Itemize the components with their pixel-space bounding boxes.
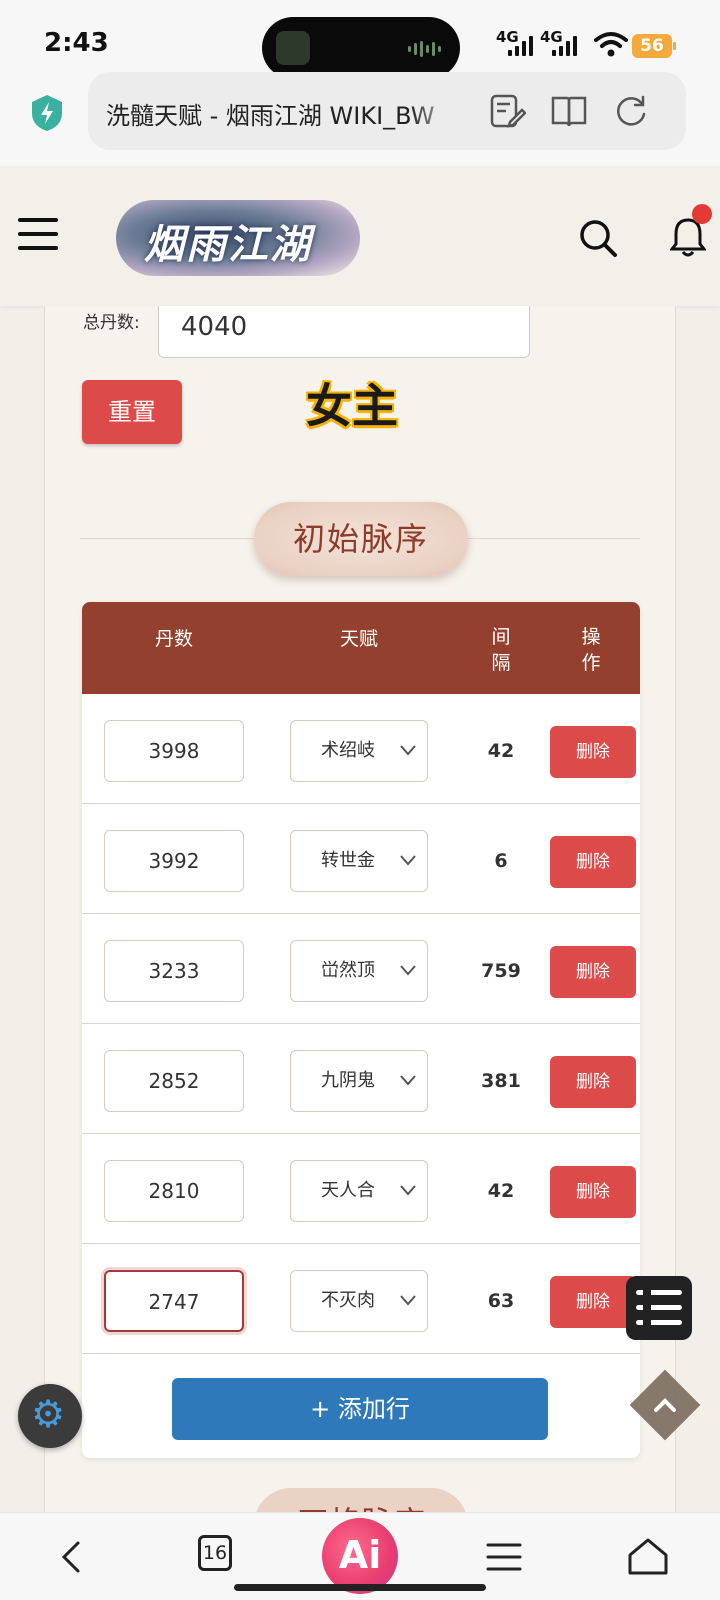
header-action: 操作 [581, 626, 601, 674]
wifi-icon [594, 32, 628, 57]
ai-assistant-button[interactable]: Ai [322, 1518, 398, 1594]
talent-table: 丹数 天赋 间隔 操作 3998 术绍岐 42 删除 3992 转世金 6 删除… [82, 602, 640, 1458]
status-bar: 2:43 4G 4G 56 [0, 0, 720, 80]
chevron-down-icon [400, 855, 416, 866]
media-thumbnail [276, 31, 310, 65]
chevron-down-icon [400, 1075, 416, 1086]
dan-input[interactable]: 3233 [104, 940, 244, 1002]
add-row-button[interactable]: + 添加行 [172, 1378, 548, 1440]
settings-button[interactable]: ⚙ [18, 1384, 82, 1448]
talent-select[interactable]: 天人合 [290, 1160, 428, 1222]
delete-button[interactable]: 删除 [550, 836, 636, 888]
talent-select[interactable]: 峃然顶 [290, 940, 428, 1002]
search-icon[interactable] [578, 218, 618, 258]
interval-value: 63 [487, 1290, 515, 1312]
edit-note-icon[interactable] [488, 92, 526, 130]
logo-text: 烟雨江湖 [144, 221, 312, 268]
interval-value: 42 [487, 1180, 515, 1202]
chevron-down-icon [400, 1295, 416, 1306]
interval-value: 759 [481, 960, 521, 982]
table-row: 3998 术绍岐 42 删除 [82, 694, 640, 804]
delete-button[interactable]: 删除 [550, 1276, 636, 1328]
reader-book-icon[interactable] [550, 92, 588, 130]
list-menu-icon[interactable] [626, 1276, 692, 1340]
dan-input[interactable]: 3992 [104, 830, 244, 892]
status-time: 2:43 [44, 28, 109, 58]
notification-badge [692, 204, 712, 224]
dan-input[interactable]: 3998 [104, 720, 244, 782]
site-logo[interactable]: 烟雨江湖 [116, 200, 360, 276]
signal-icon-2 [552, 36, 577, 56]
home-icon[interactable] [626, 1535, 670, 1579]
talent-value: 术绍岐 [321, 740, 375, 761]
back-icon[interactable] [50, 1535, 94, 1579]
gear-icon: ⚙ [31, 1392, 66, 1436]
shield-icon[interactable] [30, 94, 64, 132]
url-fade [410, 88, 460, 128]
talent-select[interactable]: 不灭肉 [290, 1270, 428, 1332]
signal-icon-1 [508, 36, 533, 56]
refresh-icon[interactable] [612, 92, 650, 130]
menu-lines-icon[interactable] [482, 1535, 526, 1579]
table-row: 2852 九阴鬼 381 删除 [82, 1024, 640, 1134]
battery-indicator: 56 [632, 34, 676, 58]
hamburger-menu-icon[interactable] [18, 218, 58, 250]
overlay-caption: 女主 [306, 379, 398, 433]
total-dan-input[interactable]: 4040 [158, 306, 530, 358]
table-row: 3992 转世金 6 删除 [82, 804, 640, 914]
chevron-down-icon [400, 1185, 416, 1196]
interval-value: 42 [487, 740, 515, 762]
talent-select[interactable]: 九阴鬼 [290, 1050, 428, 1112]
table-header: 丹数 天赋 间隔 操作 [82, 602, 640, 694]
dan-input-focused[interactable]: 2747 [104, 1270, 244, 1332]
chevron-down-icon [400, 745, 416, 756]
talent-value: 九阴鬼 [321, 1070, 375, 1091]
talent-value: 转世金 [321, 850, 375, 871]
header-interval: 间隔 [491, 626, 511, 674]
total-dan-label: 总丹数: [83, 313, 140, 333]
talent-select[interactable]: 转世金 [290, 830, 428, 892]
header-dan: 丹数 [154, 628, 193, 650]
table-row: 2747 不灭肉 63 删除 [82, 1244, 640, 1354]
interval-value: 6 [494, 850, 508, 872]
browser-toolbar: 洗髓天赋 - 烟雨江湖 WIKI_BW [0, 72, 720, 166]
talent-value: 峃然顶 [321, 960, 375, 981]
delete-button[interactable]: 删除 [550, 946, 636, 998]
delete-button[interactable]: 删除 [550, 1166, 636, 1218]
section-title: 初始脉序 [254, 502, 468, 576]
home-indicator [234, 1584, 486, 1591]
talent-value: 不灭肉 [321, 1290, 375, 1311]
dan-input[interactable]: 2810 [104, 1160, 244, 1222]
table-row: 3233 峃然顶 759 删除 [82, 914, 640, 1024]
chevron-down-icon [400, 965, 416, 976]
talent-value: 天人合 [321, 1180, 375, 1201]
table-row: 2810 天人合 42 删除 [82, 1134, 640, 1244]
delete-button[interactable]: 删除 [550, 726, 636, 778]
audio-wave-icon [408, 41, 444, 57]
header-talent: 天赋 [339, 628, 378, 650]
dynamic-island[interactable] [262, 17, 460, 79]
tab-count-button[interactable]: 16 [198, 1535, 232, 1571]
interval-value: 381 [481, 1070, 521, 1092]
chevron-up-icon [654, 1398, 676, 1412]
dan-input[interactable]: 2852 [104, 1050, 244, 1112]
url-title[interactable]: 洗髓天赋 - 烟雨江湖 WIKI_BW [106, 96, 456, 131]
delete-button[interactable]: 删除 [550, 1056, 636, 1108]
reset-button[interactable]: 重置 [82, 380, 182, 444]
talent-select[interactable]: 术绍岐 [290, 720, 428, 782]
